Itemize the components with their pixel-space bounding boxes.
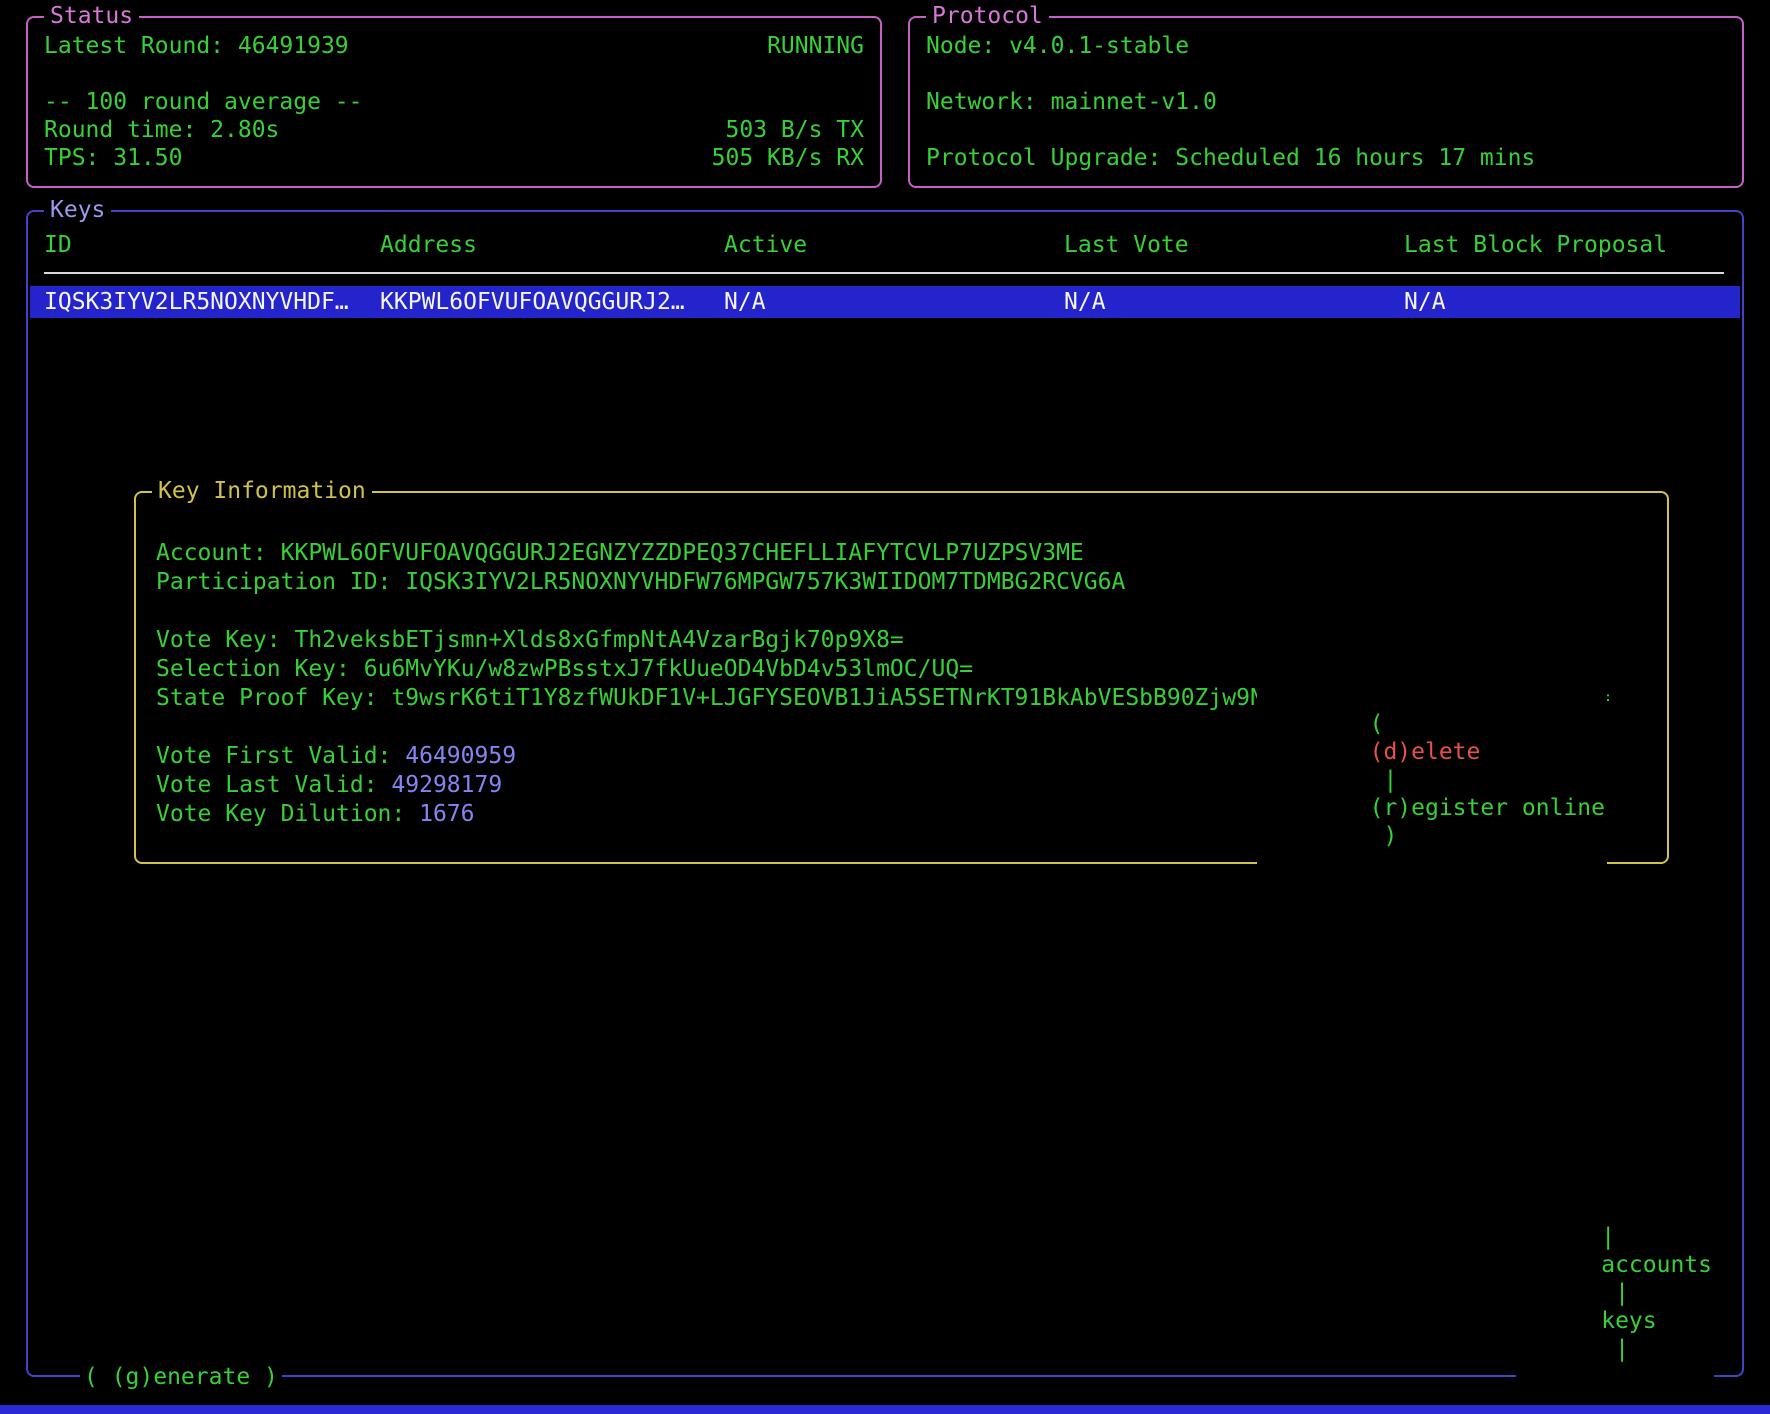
bottom-edge-bar — [0, 1405, 1770, 1414]
delete-action[interactable]: (d)elete — [1370, 739, 1481, 765]
participation-id-line: Participation ID: IQSK3IYV2LR5NOXNYVHDFW… — [156, 568, 1667, 597]
keys-pane: Keys ID Address Active Last Vote Last Bl… — [26, 210, 1744, 1377]
key-information-pane: Key Information Account: KKPWL6OFVUFOAVQ… — [134, 491, 1669, 864]
round-average-header: -- 100 round average -- — [44, 88, 363, 116]
row-cell-address: KKPWL6OFVUFOAVQGGURJ2… — [380, 286, 685, 318]
vote-last-valid-label: Vote Last Valid: — [156, 772, 378, 798]
network-text: Network: mainnet-v1.0 — [926, 88, 1217, 116]
header-separator — [44, 272, 1724, 274]
keys-table-header: ID Address Active Last Vote Last Block P… — [28, 231, 1742, 259]
row-cell-id: IQSK3IYV2LR5NOXNYVHDF… — [44, 286, 349, 318]
selection-key-label: Selection Key: — [156, 656, 350, 682]
actions-separator: | — [1370, 767, 1412, 793]
column-header-id: ID — [44, 231, 72, 259]
vote-first-valid-label: Vote First Valid: — [156, 743, 391, 769]
footer-separator: | — [1601, 1224, 1629, 1250]
column-header-address: Address — [380, 231, 477, 259]
vote-key-dilution-value: 1676 — [419, 801, 474, 827]
node-version-text: Node: v4.0.1-stable — [926, 32, 1189, 60]
actions-close-paren: ) — [1370, 823, 1398, 849]
vote-key-value: Th2veksbETjsmn+Xlds8xGfmpNtA4VzarBgjk70p… — [294, 627, 903, 653]
generate-action[interactable]: ( (g)enerate ) — [80, 1363, 282, 1391]
round-time-text: Round time: 2.80s — [44, 116, 279, 144]
vote-first-valid-value: 46490959 — [405, 743, 516, 769]
status-spacer — [44, 60, 864, 88]
row-cell-last-block-proposal: N/A — [1404, 286, 1446, 318]
vote-last-valid-value: 49298179 — [391, 772, 502, 798]
actions-open-paren: ( — [1370, 711, 1398, 737]
status-pane-title: Status — [44, 2, 139, 30]
table-row[interactable]: IQSK3IYV2LR5NOXNYVHDF… KKPWL6OFVUFOAVQGG… — [30, 286, 1740, 318]
protocol-upgrade-text: Protocol Upgrade: Scheduled 16 hours 17 … — [926, 144, 1535, 172]
account-value: KKPWL6OFVUFOAVQGGURJ2EGNZYZZDPEQ37CHEFLL… — [281, 540, 1084, 566]
key-information-title: Key Information — [152, 477, 372, 505]
participation-id-label: Participation ID: — [156, 569, 391, 595]
key-actions-hint: ( (d)elete | (r)egister online ) — [1257, 682, 1607, 878]
selection-key-line: Selection Key: 6u6MvYKu/w8zwPBsstxJ7fkUu… — [156, 655, 1667, 684]
column-header-last-vote: Last Vote — [1064, 231, 1189, 259]
participation-id-value: IQSK3IYV2LR5NOXNYVHDFW76MPGW757K3WIIDOM7… — [405, 569, 1125, 595]
latest-round-text: Latest Round: 46491939 — [44, 32, 349, 60]
account-label: Account: — [156, 540, 267, 566]
account-line: Account: KKPWL6OFVUFOAVQGGURJ2EGNZYZZDPE… — [156, 539, 1667, 568]
terminal-screen: Status Latest Round: 46491939 RUNNING --… — [0, 0, 1770, 1414]
rx-rate-text: 505 KB/s RX — [712, 144, 864, 172]
footer-separator: | — [1601, 1280, 1643, 1306]
vote-key-dilution-label: Vote Key Dilution: — [156, 801, 405, 827]
vote-key-label: Vote Key: — [156, 627, 281, 653]
column-header-active: Active — [724, 231, 807, 259]
accounts-view-link[interactable]: accounts — [1601, 1252, 1712, 1278]
protocol-pane-title: Protocol — [926, 2, 1049, 30]
row-cell-active: N/A — [724, 286, 766, 318]
status-pane: Status Latest Round: 46491939 RUNNING --… — [26, 16, 882, 188]
register-online-action[interactable]: (r)egister online — [1370, 795, 1605, 821]
protocol-spacer — [926, 116, 1726, 144]
protocol-spacer — [926, 60, 1726, 88]
node-state-badge: RUNNING — [767, 32, 864, 60]
column-header-last-block-proposal: Last Block Proposal — [1404, 231, 1667, 259]
keyinfo-spacer — [156, 597, 1667, 626]
row-cell-last-vote: N/A — [1064, 286, 1106, 318]
keys-pane-title: Keys — [44, 196, 111, 224]
footer-separator: | — [1601, 1336, 1629, 1362]
keys-view-link[interactable]: keys — [1601, 1308, 1656, 1334]
tx-rate-text: 503 B/s TX — [726, 116, 864, 144]
vote-key-line: Vote Key: Th2veksbETjsmn+Xlds8xGfmpNtA4V… — [156, 626, 1667, 655]
state-proof-key-label: State Proof Key: — [156, 685, 378, 711]
view-switcher: | accounts | keys | — [1516, 1195, 1714, 1391]
selection-key-value: 6u6MvYKu/w8zwPBsstxJ7fkUueOD4VbD4v53lmOC… — [364, 656, 973, 682]
tps-text: TPS: 31.50 — [44, 144, 182, 172]
protocol-pane: Protocol Node: v4.0.1-stable Network: ma… — [908, 16, 1744, 188]
